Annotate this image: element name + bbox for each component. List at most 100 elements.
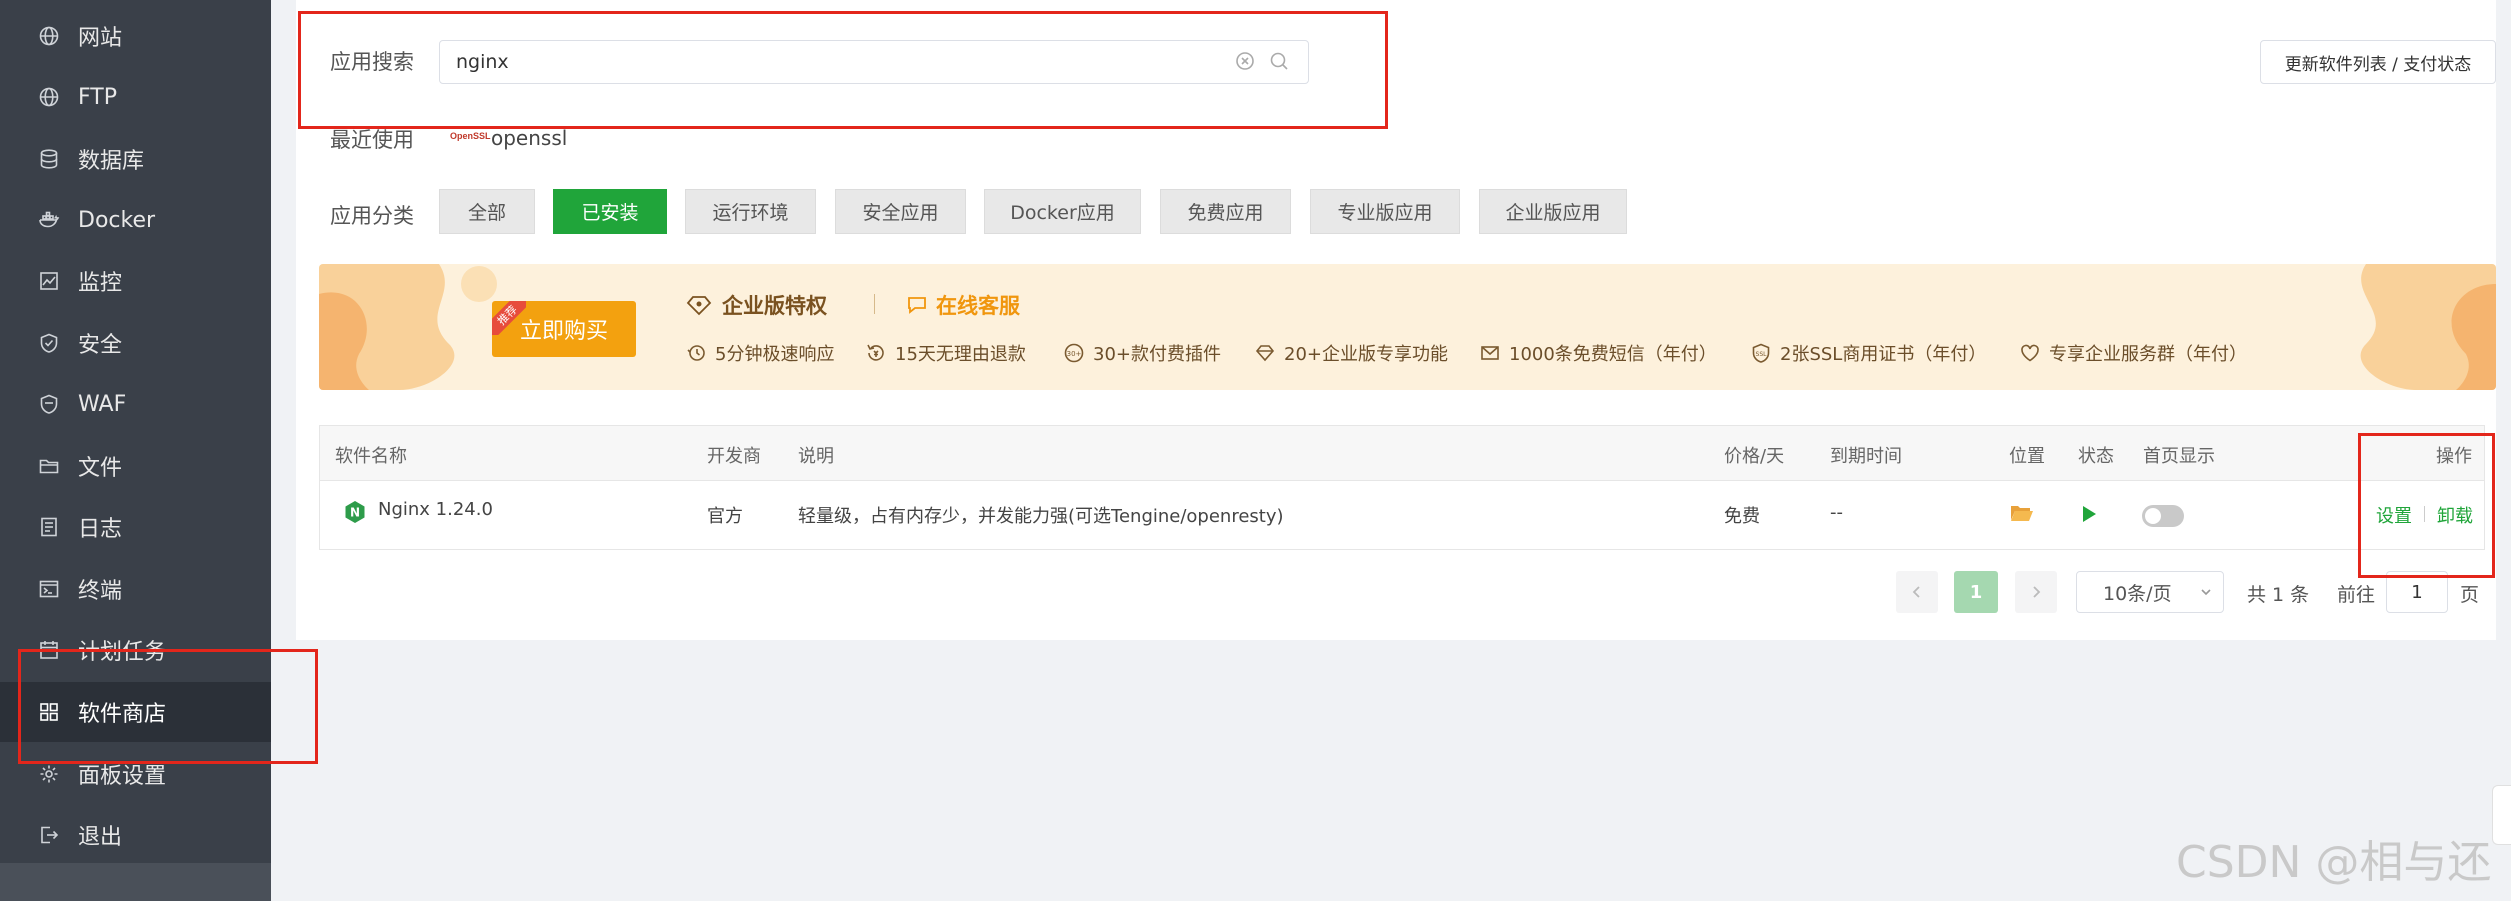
header-location: 位置 [2009,446,2045,467]
feature-label: 1000条免费短信（年付） [1509,344,1717,365]
category-installed[interactable]: 已安装 [553,189,667,234]
enterprise-title-text: 企业版特权 [722,294,827,318]
online-service-link[interactable]: 在线客服 [906,290,1020,320]
log-icon [38,516,60,538]
feature-sms: 1000条免费短信（年付） [1479,340,1717,366]
svg-text:N: N [350,506,360,520]
sidebar-item-label: 监控 [78,271,123,296]
globe-icon [38,25,60,47]
annotation-box-actions [2358,433,2495,578]
diamond-icon [1255,345,1275,362]
category-enterprise[interactable]: 企业版应用 [1479,189,1627,234]
openssl-logo: OpenSSL [450,131,491,141]
sidebar-item-label: WAF [78,391,127,417]
lightning-clock-icon [687,345,705,361]
category-security[interactable]: 安全应用 [835,189,966,234]
category-docker[interactable]: Docker应用 [984,189,1141,234]
sidebar-item-website[interactable]: 网站 [0,6,271,66]
total-count: 共 1 条 [2247,584,2310,606]
category-runtime[interactable]: 运行环境 [685,189,816,234]
waf-shield-icon [38,393,60,415]
monitor-icon [38,270,60,292]
heart-icon [2021,344,2039,362]
sidebar-item-label: 退出 [78,825,123,850]
mail-icon [1481,346,1499,360]
header-homepage: 首页显示 [2143,446,2215,467]
annotation-box-search [298,11,1388,129]
header-software-name: 软件名称 [335,446,407,467]
enterprise-banner: 立即购买 推荐 企业版特权 在线客服 5分钟极速响应 15天无理由退款 30+ … [319,264,2496,390]
chevron-right-icon [2033,586,2041,598]
sidebar-item-label: 安全 [78,333,123,358]
software-name: Nginx 1.24.0 [378,499,493,520]
sidebar-item-ftp[interactable]: FTP [0,67,271,127]
watermark: CSDN @相与还 [2176,837,2492,888]
page-number-1[interactable]: 1 [1954,571,1998,613]
chevron-left-icon [1912,586,1920,598]
enterprise-privilege-title: 企业版特权 [686,290,827,320]
sidebar-item-label: Docker [78,207,156,233]
sidebar-item-database[interactable]: 数据库 [0,129,271,189]
feature-refund: 15天无理由退款 [865,340,1026,366]
sidebar-item-label: FTP [78,84,117,110]
sidebar: 网站 FTP 数据库 Docker 监控 安全 WAF 文件 日志 终端 计划任… [0,0,271,901]
sidebar-item-logs[interactable]: 日志 [0,497,271,557]
software-developer: 官方 [707,506,743,527]
category-label: 应用分类 [330,204,414,228]
software-table: 软件名称 开发商 说明 价格/天 到期时间 位置 状态 首页显示 操作 N Ng… [319,425,2485,550]
sidebar-item-security[interactable]: 安全 [0,313,271,373]
shield-icon [38,332,60,354]
online-service-label: 在线客服 [936,294,1020,318]
recommend-tag-label: 推荐 [492,301,526,335]
sidebar-item-label: 数据库 [78,149,145,174]
sidebar-footer [0,863,271,901]
sidebar-item-docker[interactable]: Docker [0,190,271,250]
sidebar-item-label: 终端 [78,579,123,604]
table-header: 软件名称 开发商 说明 价格/天 到期时间 位置 状态 首页显示 操作 [320,426,2484,481]
software-expire: -- [1830,502,1843,523]
chat-icon [908,297,926,314]
sidebar-item-waf[interactable]: WAF [0,374,271,434]
database-icon [38,148,60,170]
prev-page-button[interactable] [1896,571,1938,613]
sidebar-item-label: 文件 [78,456,123,481]
feature-fast-response: 5分钟极速响应 [685,340,834,366]
feature-ssl: SSL 2张SSL商用证书（年付） [1750,340,1986,366]
folder-icon [38,455,60,477]
feature-enterprise-functions: 20+企业版专享功能 [1254,340,1448,366]
page-suffix: 页 [2460,584,2480,606]
category-free[interactable]: 免费应用 [1160,189,1291,234]
gear-icon [38,763,60,785]
sidebar-item-monitor[interactable]: 监控 [0,251,271,311]
sidebar-item-terminal[interactable]: 终端 [0,559,271,619]
sidebar-item-label: 日志 [78,517,123,542]
banner-decoration-right [2360,264,2496,390]
docker-icon [38,209,60,231]
feature-label: 15天无理由退款 [895,344,1026,365]
category-pro[interactable]: 专业版应用 [1310,189,1460,234]
banner-divider [874,294,875,314]
svg-text:30+: 30+ [1067,350,1082,358]
update-software-list-button[interactable]: 更新软件列表 / 支付状态 [2260,40,2496,84]
folder-open-icon[interactable] [2010,503,2034,523]
sidebar-item-files[interactable]: 文件 [0,436,271,496]
homepage-display-toggle[interactable] [2142,505,2184,527]
play-icon[interactable] [2080,504,2098,524]
globe-icon [38,86,60,108]
header-description: 说明 [798,446,834,467]
recent-item-openssl[interactable]: openssl [491,126,567,150]
header-developer: 开发商 [707,446,761,467]
category-all[interactable]: 全部 [439,189,535,234]
next-page-button[interactable] [2015,571,2057,613]
header-status: 状态 [2078,446,2114,467]
sidebar-item-label: 网站 [78,26,123,51]
software-description: 轻量级，占有内存少，并发能力强(可选Tengine/openresty) [798,506,1284,527]
feature-label: 30+款付费插件 [1093,344,1221,365]
annotation-box-app-store [18,649,318,764]
terminal-icon [38,578,60,600]
refund-icon [867,344,884,361]
page-size-select[interactable]: 10条/页 [2076,571,2224,613]
header-price: 价格/天 [1724,446,1785,467]
side-float-tab[interactable] [2492,785,2511,845]
sidebar-item-logout[interactable]: 退出 [0,805,271,865]
